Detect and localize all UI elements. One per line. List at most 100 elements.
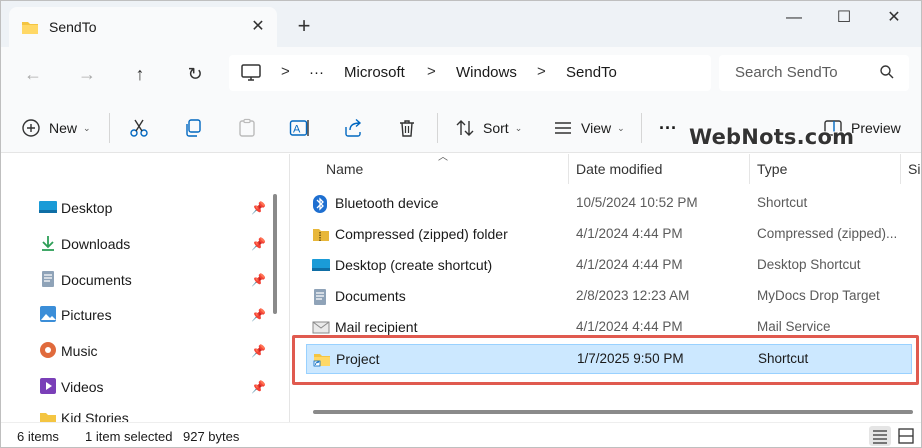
more-icon: ··· <box>659 117 677 138</box>
file-row[interactable]: Documents 2/8/2023 12:23 AM MyDocs Drop … <box>304 281 914 312</box>
downloads-icon <box>39 234 57 255</box>
more-options-button[interactable]: ··· <box>659 115 677 141</box>
sidebar-item-label: Desktop <box>61 200 113 216</box>
pictures-icon <box>39 305 57 326</box>
column-header-date[interactable]: Date modified <box>576 161 662 177</box>
folder-icon <box>39 410 57 422</box>
pin-icon: 📌 <box>251 308 266 322</box>
file-name: Desktop (create shortcut) <box>335 257 493 273</box>
highlight-box <box>292 335 919 385</box>
file-type: Compressed (zipped)... <box>757 226 898 241</box>
file-name: Bluetooth device <box>335 195 439 211</box>
file-row[interactable]: Compressed (zipped) folder 4/1/2024 4:44… <box>304 219 914 250</box>
file-row[interactable]: Bluetooth device 10/5/2024 10:52 PM Shor… <box>304 188 914 219</box>
sidebar-item-kid-stories[interactable]: Kid Stories <box>39 410 129 422</box>
paste-button[interactable] <box>237 115 257 141</box>
tab-sendto[interactable]: SendTo ✕ <box>9 7 277 47</box>
file-row[interactable]: Mail recipient 4/1/2024 4:44 PM Mail Ser… <box>304 312 914 336</box>
new-label: New <box>49 120 78 136</box>
cut-button[interactable] <box>129 115 149 141</box>
bluetooth-icon <box>312 195 328 216</box>
sort-button[interactable]: Sort ⌄ <box>455 115 522 141</box>
sidebar-item-downloads[interactable]: Downloads <box>39 232 130 256</box>
column-divider[interactable] <box>749 154 750 184</box>
breadcrumb-more[interactable]: ··· <box>309 64 324 81</box>
item-count: 6 items <box>17 429 59 444</box>
details-view-button[interactable] <box>869 426 891 446</box>
sidebar-item-videos[interactable]: Videos <box>39 375 104 399</box>
back-button[interactable]: ← <box>19 61 47 87</box>
file-name: Mail recipient <box>335 319 418 335</box>
copy-button[interactable] <box>183 115 203 141</box>
rename-button[interactable]: A <box>289 115 311 141</box>
pin-icon: 📌 <box>251 344 266 358</box>
scissors-icon <box>129 118 149 138</box>
pin-icon: 📌 <box>251 237 266 251</box>
folder-icon <box>21 19 39 38</box>
file-date: 2/8/2023 12:23 AM <box>576 288 690 303</box>
file-date: 4/1/2024 4:44 PM <box>576 257 683 272</box>
sort-icon <box>455 118 475 138</box>
sort-ascending-icon: ︿ <box>438 152 448 163</box>
breadcrumb-microsoft[interactable]: Microsoft <box>344 64 405 81</box>
refresh-button[interactable]: ↻ <box>181 61 209 87</box>
column-divider[interactable] <box>900 154 901 184</box>
computer-icon <box>241 64 261 85</box>
sidebar-item-label: Pictures <box>61 307 112 323</box>
breadcrumb-separator: > <box>537 63 546 80</box>
delete-button[interactable] <box>397 115 417 141</box>
file-row[interactable]: Desktop (create shortcut) 4/1/2024 4:44 … <box>304 250 914 281</box>
minimize-button[interactable]: — <box>779 7 809 29</box>
documents-icon <box>312 288 328 309</box>
breadcrumb-separator: > <box>427 63 436 80</box>
share-button[interactable] <box>343 115 363 141</box>
sidebar-item-label: Videos <box>61 379 104 395</box>
forward-button[interactable]: → <box>73 61 101 87</box>
column-divider[interactable] <box>568 154 569 184</box>
trash-icon <box>397 118 417 138</box>
breadcrumb-windows[interactable]: Windows <box>456 64 517 81</box>
breadcrumb-sendto[interactable]: SendTo <box>566 64 617 81</box>
column-header-type[interactable]: Type <box>757 161 787 177</box>
file-name: Compressed (zipped) folder <box>335 226 508 242</box>
horizontal-scrollbar[interactable] <box>313 410 913 414</box>
videos-icon <box>39 377 57 398</box>
new-tab-button[interactable]: + <box>293 15 315 37</box>
new-button[interactable]: New ⌄ <box>21 115 91 141</box>
breadcrumb-separator: > <box>281 63 290 80</box>
close-window-button[interactable]: ✕ <box>879 7 909 29</box>
up-button[interactable]: ↑ <box>126 61 154 87</box>
file-date: 10/5/2024 10:52 PM <box>576 195 698 210</box>
search-input[interactable]: Search SendTo <box>735 64 838 81</box>
maximize-button[interactable]: ☐ <box>829 7 859 29</box>
file-explorer-window: SendTo ✕ + — ☐ ✕ ← → ↑ ↻ > ··· Microsoft… <box>0 0 922 448</box>
tiles-view-button[interactable] <box>895 426 917 446</box>
address-row: ← → ↑ ↻ > ··· Microsoft > Windows > Send… <box>1 47 921 101</box>
view-label: View <box>581 120 612 136</box>
sidebar-item-documents[interactable]: Documents <box>39 268 132 292</box>
file-type: MyDocs Drop Target <box>757 288 880 303</box>
file-type: Shortcut <box>757 195 808 210</box>
sidebar-item-desktop[interactable]: Desktop <box>39 196 112 220</box>
close-tab-icon[interactable]: ✕ <box>247 16 269 38</box>
status-bar: 6 items 1 item selected 927 bytes <box>1 422 921 447</box>
sidebar-item-pictures[interactable]: Pictures <box>39 303 112 327</box>
toolbar-divider <box>437 113 438 143</box>
file-date: 4/1/2024 4:44 PM <box>576 319 683 334</box>
documents-icon <box>39 270 57 291</box>
sidebar-item-music[interactable]: Music <box>39 339 98 363</box>
column-header-size[interactable]: Size <box>908 161 921 177</box>
sidebar-scrollbar[interactable] <box>273 194 277 314</box>
sidebar-item-label: Downloads <box>61 236 131 252</box>
search-box[interactable]: Search SendTo <box>719 55 909 91</box>
clipboard-icon <box>237 118 257 138</box>
sort-label: Sort <box>483 120 509 136</box>
search-icon <box>879 64 895 83</box>
mail-icon <box>312 319 330 336</box>
webnots-watermark: WebNots.com <box>689 125 855 149</box>
selection-size: 927 bytes <box>183 429 240 444</box>
column-header-name[interactable]: Name <box>326 161 363 177</box>
view-button[interactable]: View ⌄ <box>553 115 625 141</box>
sidebar-item-label: Documents <box>61 272 132 288</box>
address-bar[interactable]: > ··· Microsoft > Windows > SendTo <box>229 55 711 91</box>
